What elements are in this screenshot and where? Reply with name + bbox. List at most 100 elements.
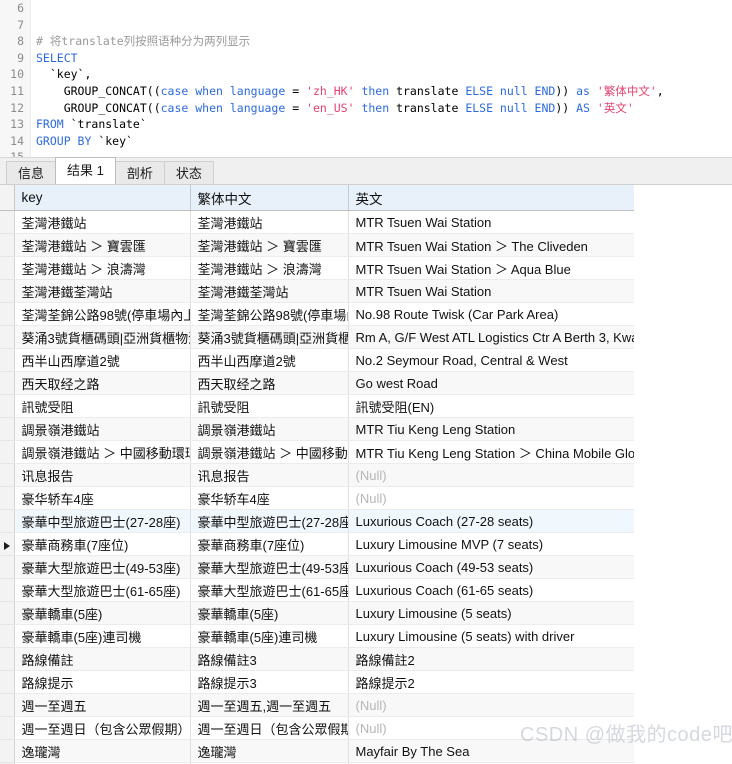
cell-en[interactable]: 路線提示2	[348, 670, 635, 694]
cell-key[interactable]: 荃灣港鐵站	[14, 210, 191, 234]
cell-zh[interactable]: 調景嶺港鐵站 ＞ 中國移動環球網	[190, 440, 349, 464]
cell-key[interactable]: 調景嶺港鐵站 ＞ 中國移動環球網	[14, 440, 191, 464]
code-text[interactable]: FROM `translate`	[36, 116, 147, 133]
cell-key[interactable]: 荃灣港鐵站 ＞ 寶雲匯	[14, 233, 191, 257]
code-text[interactable]: # 将translate列按照语种分为两列显示	[36, 33, 250, 50]
cell-zh[interactable]: 讯息报告	[190, 463, 349, 487]
cell-en[interactable]: Luxury Limousine (5 seats) with driver	[348, 624, 635, 648]
row-marker-cell[interactable]	[0, 325, 15, 349]
table-row[interactable]: 荃灣港鐵站 荃灣港鐵站 MTR Tsuen Wai Station	[0, 210, 635, 234]
cell-key[interactable]: 葵涌3號貨櫃碼頭|亞洲貨櫃物流中	[14, 325, 191, 349]
cell-key[interactable]: 逸瓏灣	[14, 739, 191, 763]
row-marker-cell[interactable]	[0, 509, 15, 533]
tab-3[interactable]: 状态	[163, 161, 214, 184]
cell-en[interactable]: Luxurious Coach (49-53 seats)	[348, 555, 635, 579]
cell-key[interactable]: 豪華商務車(7座位)	[14, 532, 191, 556]
table-row[interactable]: 豪華轎車(5座)連司機 豪華轎車(5座)連司機 Luxury Limousine (…	[0, 624, 635, 648]
cell-en[interactable]: (Null)	[348, 486, 635, 510]
table-row[interactable]: 荃灣港鐵站 ＞ 浪濤灣 荃灣港鐵站 ＞ 浪濤灣 MTR Tsuen Wai Stat…	[0, 256, 635, 280]
cell-zh[interactable]: 訊號受阻	[190, 394, 349, 418]
cell-en[interactable]: (Null)	[348, 693, 635, 717]
table-row[interactable]: 西天取经之路 西天取经之路 Go west Road	[0, 371, 635, 395]
cell-en[interactable]: No.98 Route Twisk (Car Park Area)	[348, 302, 635, 326]
cell-key[interactable]: 豪華中型旅遊巴士(27-28座)	[14, 509, 191, 533]
cell-key[interactable]: 西天取经之路	[14, 371, 191, 395]
result-grid[interactable]: key 繁体中文 英文 荃灣港鐵站 荃灣港鐵站 MTR Tsuen Wai Stat…	[0, 185, 732, 764]
table-row[interactable]: 調景嶺港鐵站 ＞ 中國移動環球網調景嶺港鐵站 ＞ 中國移動環球網MTR Tiu …	[0, 440, 635, 464]
cell-zh[interactable]: 西天取经之路	[190, 371, 349, 395]
cell-en[interactable]: Luxurious Coach (27-28 seats)	[348, 509, 635, 533]
table-row[interactable]: 豪華商務車(7座位) 豪華商務車(7座位) Luxury Limousine MVP…	[0, 532, 635, 556]
cell-en[interactable]: Rm A, G/F West ATL Logistics Ctr A Berth…	[348, 325, 635, 349]
tab-1[interactable]: 结果 1	[55, 157, 116, 184]
cell-key[interactable]: 豪華大型旅遊巴士(49-53座)	[14, 555, 191, 579]
table-row[interactable]: 逸瓏灣 逸瓏灣 Mayfair By The Sea	[0, 739, 635, 763]
cell-zh[interactable]: 路線備註3	[190, 647, 349, 671]
code-text[interactable]: SELECT	[36, 50, 78, 67]
cell-zh[interactable]: 路線提示3	[190, 670, 349, 694]
result-tab-strip[interactable]: 信息 结果 1 剖析 状态	[0, 157, 732, 185]
cell-en[interactable]: 訊號受阻(EN)	[348, 394, 635, 418]
cell-zh[interactable]: 荃灣港鐵站 ＞ 浪濤灣	[190, 256, 349, 280]
cell-key[interactable]: 荃灣港鐵荃灣站	[14, 279, 191, 303]
cell-key[interactable]: 訊號受阻	[14, 394, 191, 418]
row-marker-cell[interactable]	[0, 647, 15, 671]
cell-zh[interactable]: 荃灣荃錦公路98號(停車場內上落	[190, 302, 349, 326]
row-marker-cell[interactable]	[0, 716, 15, 740]
cell-key[interactable]: 西半山西摩道2號	[14, 348, 191, 372]
cell-key[interactable]: 週一至週日（包含公眾假期）	[14, 716, 191, 740]
row-marker-cell[interactable]	[0, 302, 15, 326]
code-text[interactable]: GROUP_CONCAT((case when language = 'en_U…	[36, 100, 634, 117]
table-body[interactable]: 荃灣港鐵站 荃灣港鐵站 MTR Tsuen Wai Station 荃灣港鐵站 ＞ 寶…	[0, 210, 635, 764]
cell-zh[interactable]: 豪華商務車(7座位)	[190, 532, 349, 556]
cell-en[interactable]: Mayfair By The Sea	[348, 739, 635, 763]
cell-zh[interactable]: 豪華轎車(5座)	[190, 601, 349, 625]
cell-zh[interactable]: 調景嶺港鐵站	[190, 417, 349, 441]
row-marker-cell[interactable]	[0, 233, 15, 257]
table-row[interactable]: 豪華大型旅遊巴士(61-65座) 豪華大型旅遊巴士(61-65座) Luxuriou…	[0, 578, 635, 602]
table-row[interactable]: 豪華大型旅遊巴士(49-53座) 豪華大型旅遊巴士(49-53座) Luxuriou…	[0, 555, 635, 579]
table-row[interactable]: 週一至週五 週一至週五,週一至週五 (Null)	[0, 693, 635, 717]
column-header-en[interactable]: 英文	[348, 185, 635, 211]
cell-en[interactable]: MTR Tiu Keng Leng Station ＞ China Mobile…	[348, 440, 635, 464]
cell-key[interactable]: 豪華轎車(5座)	[14, 601, 191, 625]
cell-en[interactable]: No.2 Seymour Road, Central & West	[348, 348, 635, 372]
table-row[interactable]: 調景嶺港鐵站 調景嶺港鐵站 MTR Tiu Keng Leng Station	[0, 417, 635, 441]
cell-key[interactable]: 荃灣港鐵站 ＞ 浪濤灣	[14, 256, 191, 280]
table-row[interactable]: 荃灣港鐵荃灣站 荃灣港鐵荃灣站 MTR Tsuen Wai Station	[0, 279, 635, 303]
cell-zh[interactable]: 豪華中型旅遊巴士(27-28座)	[190, 509, 349, 533]
row-marker-cell[interactable]	[0, 463, 15, 487]
column-header-key[interactable]: key	[14, 185, 191, 211]
table-row[interactable]: 週一至週日（包含公眾假期）週一至週日（包含公眾假期）(Null)	[0, 716, 635, 740]
row-marker-cell[interactable]	[0, 440, 15, 464]
column-header-zh[interactable]: 繁体中文	[190, 185, 349, 211]
result-table[interactable]: key 繁体中文 英文 荃灣港鐵站 荃灣港鐵站 MTR Tsuen Wai Stat…	[0, 185, 635, 764]
cell-en[interactable]: Luxury Limousine (5 seats)	[348, 601, 635, 625]
cell-zh[interactable]: 豪華大型旅遊巴士(49-53座)	[190, 555, 349, 579]
code-text[interactable]: GROUP BY `key`	[36, 133, 133, 150]
cell-en[interactable]: MTR Tsuen Wai Station ＞ Aqua Blue	[348, 256, 635, 280]
row-marker-cell[interactable]	[0, 670, 15, 694]
table-row[interactable]: 訊號受阻 訊號受阻 訊號受阻(EN)	[0, 394, 635, 418]
code-text[interactable]: GROUP_CONCAT((case when language = 'zh_H…	[36, 83, 664, 100]
cell-en[interactable]: (Null)	[348, 716, 635, 740]
table-row[interactable]: 豪華轎車(5座) 豪華轎車(5座) Luxury Limousine (5 seat…	[0, 601, 635, 625]
cell-en[interactable]: Luxurious Coach (61-65 seats)	[348, 578, 635, 602]
row-marker-cell[interactable]	[0, 739, 15, 763]
cell-zh[interactable]: 逸瓏灣	[190, 739, 349, 763]
cell-key[interactable]: 路線提示	[14, 670, 191, 694]
row-marker-cell[interactable]	[0, 417, 15, 441]
cell-en[interactable]: MTR Tsuen Wai Station ＞ The Cliveden	[348, 233, 635, 257]
editor-code-area[interactable]: 6 7 8 # 将translate列按照语种分为两列显示 9 SELECT 10 `key…	[0, 0, 732, 157]
cell-key[interactable]: 豪华轿车4座	[14, 486, 191, 510]
cell-zh[interactable]: 荃灣港鐵站 ＞ 寶雲匯	[190, 233, 349, 257]
row-marker-cell[interactable]	[0, 256, 15, 280]
row-marker-cell[interactable]	[0, 532, 15, 556]
cell-en[interactable]: (Null)	[348, 463, 635, 487]
row-marker-cell[interactable]	[0, 601, 15, 625]
cell-key[interactable]: 週一至週五	[14, 693, 191, 717]
cell-zh[interactable]: 週一至週日（包含公眾假期）	[190, 716, 349, 740]
cell-en[interactable]: MTR Tsuen Wai Station	[348, 210, 635, 234]
row-marker-cell[interactable]	[0, 555, 15, 579]
cell-zh[interactable]: 荃灣港鐵荃灣站	[190, 279, 349, 303]
